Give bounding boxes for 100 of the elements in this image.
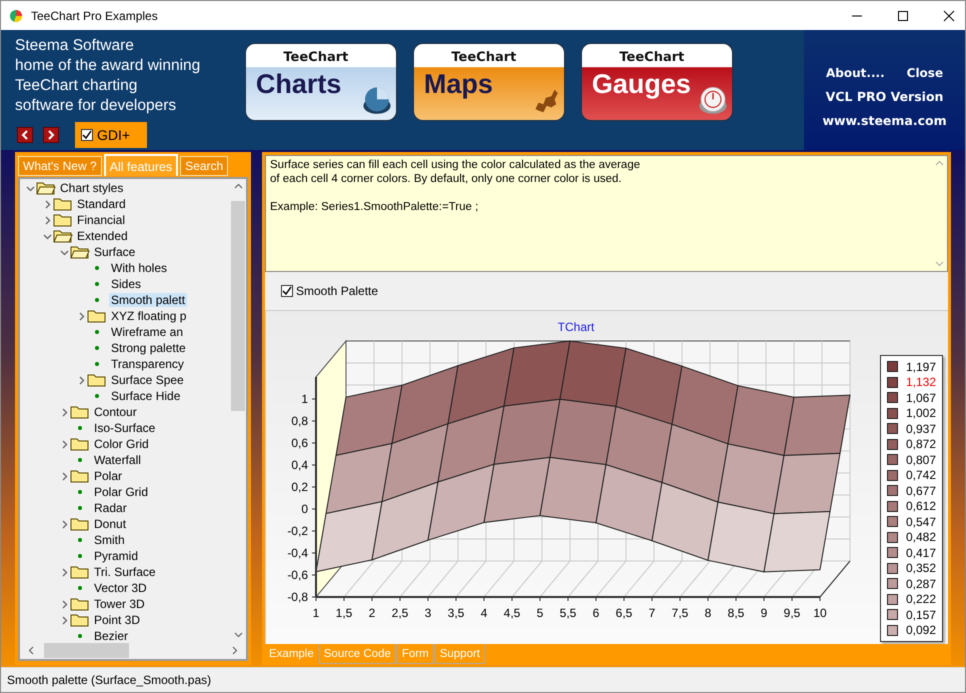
y-axis-label: -0,6 xyxy=(287,568,308,582)
folder-icon xyxy=(70,437,90,451)
expander-icon[interactable] xyxy=(60,568,68,576)
tree-item[interactable]: Surface Spee xyxy=(109,373,186,387)
expander-icon[interactable] xyxy=(76,312,86,320)
tree-item[interactable]: Extended xyxy=(75,229,130,243)
bullet-icon xyxy=(78,634,82,638)
expander-icon[interactable] xyxy=(42,216,52,224)
y-axis-label: 1 xyxy=(301,392,308,406)
tree-item[interactable]: Financial xyxy=(75,213,128,227)
tree-item[interactable]: Surface Hide xyxy=(109,389,182,403)
forward-button[interactable] xyxy=(43,127,59,143)
chevron-right-icon xyxy=(47,130,55,140)
tree-item[interactable]: Strong palette xyxy=(109,341,188,355)
tree-item[interactable]: Vector 3D xyxy=(92,581,149,595)
product-banner-button[interactable]: TeeChart Charts xyxy=(244,43,397,121)
surface-cell xyxy=(335,384,403,456)
expander-icon[interactable] xyxy=(42,232,52,240)
folder-icon xyxy=(70,565,90,579)
tree-item[interactable]: XYZ floating p xyxy=(109,309,188,323)
tree-item[interactable]: Iso-Surface xyxy=(92,421,158,435)
scroll-left-icon[interactable] xyxy=(28,646,34,655)
x-axis-label: 3,5 xyxy=(448,606,464,620)
surface-cell xyxy=(315,501,383,572)
bullet-icon xyxy=(95,346,99,350)
tree-item[interactable]: Pyramid xyxy=(92,549,140,563)
x-axis-label: 6 xyxy=(592,606,600,620)
surface-cell xyxy=(559,340,627,408)
tree-item[interactable]: With holes xyxy=(109,261,170,275)
tree-item[interactable]: Chart styles xyxy=(58,181,126,195)
legend-label: 0,417 xyxy=(906,546,936,560)
maximize-icon[interactable] xyxy=(897,10,909,22)
tree-item[interactable]: Radar xyxy=(92,501,129,515)
tree-item[interactable]: Wireframe an xyxy=(109,325,186,339)
header-link[interactable]: About.... xyxy=(826,66,885,80)
tree-item[interactable]: Tower 3D xyxy=(92,597,147,611)
folder-icon xyxy=(70,613,90,627)
folder-icon xyxy=(53,213,73,227)
status-text: Smooth palette (Surface_Smooth.pas) xyxy=(7,673,212,687)
legend-label: 1,002 xyxy=(906,406,936,420)
folder-icon xyxy=(70,405,90,419)
gdi-checkbox[interactable]: GDI+ xyxy=(75,122,147,148)
scroll-up-icon[interactable] xyxy=(234,183,242,189)
bullet-icon xyxy=(95,266,99,270)
legend-label: 0,482 xyxy=(906,530,936,544)
tree-item[interactable]: Tri. Surface xyxy=(92,565,158,579)
tree-item[interactable]: Transparency xyxy=(109,357,186,371)
tree-item[interactable]: Contour xyxy=(92,405,139,419)
legend-label: 0,937 xyxy=(906,422,936,436)
bullet-icon xyxy=(78,458,82,462)
product-banner-button[interactable]: TeeChart Maps xyxy=(412,43,565,121)
x-axis-label: 7 xyxy=(648,606,656,620)
scroll-right-icon[interactable] xyxy=(232,646,238,655)
expander-icon[interactable] xyxy=(60,600,68,608)
bullet-icon xyxy=(78,554,82,558)
folder-icon xyxy=(53,197,73,211)
expander-icon[interactable] xyxy=(42,200,52,208)
expander-icon[interactable] xyxy=(60,248,68,256)
app-icon xyxy=(9,8,23,22)
tree-item[interactable]: Sides xyxy=(109,277,144,291)
x-axis-label: 9 xyxy=(760,606,768,620)
legend-label: 0,092 xyxy=(906,623,936,638)
folder-icon xyxy=(87,373,107,387)
header-link[interactable]: Close xyxy=(906,66,944,80)
tree-item[interactable]: Polar Grid xyxy=(92,485,150,499)
expander-icon[interactable] xyxy=(60,520,68,528)
legend-label: 0,157 xyxy=(906,608,936,622)
checkbox-icon[interactable] xyxy=(81,129,93,141)
tree-item[interactable]: Donut xyxy=(92,517,128,531)
checkbox-icon[interactable] xyxy=(281,285,293,297)
tree-item[interactable]: Polar xyxy=(92,469,124,483)
tree-item[interactable]: Waterfall xyxy=(92,453,143,467)
tree-item[interactable]: Bezier xyxy=(92,629,130,643)
folder-icon xyxy=(70,597,90,611)
expander-icon[interactable] xyxy=(60,472,68,480)
smooth-palette-checkbox[interactable]: Smooth Palette xyxy=(281,284,378,298)
x-axis-label: 7,5 xyxy=(672,606,688,620)
y-axis-label: 0 xyxy=(301,502,308,516)
legend-label: 1,197 xyxy=(906,360,936,374)
legend-label: 0,352 xyxy=(906,561,936,576)
tree-item[interactable]: Smith xyxy=(92,533,127,547)
expander-icon[interactable] xyxy=(60,440,68,448)
back-button[interactable] xyxy=(17,127,33,143)
close-icon[interactable] xyxy=(943,10,955,22)
bullet-icon xyxy=(78,506,82,510)
expander-icon[interactable] xyxy=(76,376,86,384)
tree-item[interactable]: Standard xyxy=(75,197,128,211)
product-banner-button[interactable]: TeeChart Gauges xyxy=(580,43,733,121)
tree-item[interactable]: Smooth palett xyxy=(109,293,188,307)
tree-item[interactable]: Point 3D xyxy=(92,613,142,627)
y-axis-label: -0,4 xyxy=(287,546,308,560)
window-title: TeeChart Pro Examples xyxy=(31,8,158,22)
expander-icon[interactable] xyxy=(60,408,68,416)
tree-item[interactable]: Color Grid xyxy=(92,437,151,451)
expander-icon[interactable] xyxy=(26,184,34,192)
tree-item[interactable]: Surface xyxy=(92,245,138,259)
bullet-icon xyxy=(78,426,82,430)
scroll-down-icon[interactable] xyxy=(234,632,242,638)
x-axis-label: 8 xyxy=(704,606,712,620)
expander-icon[interactable] xyxy=(60,616,68,624)
